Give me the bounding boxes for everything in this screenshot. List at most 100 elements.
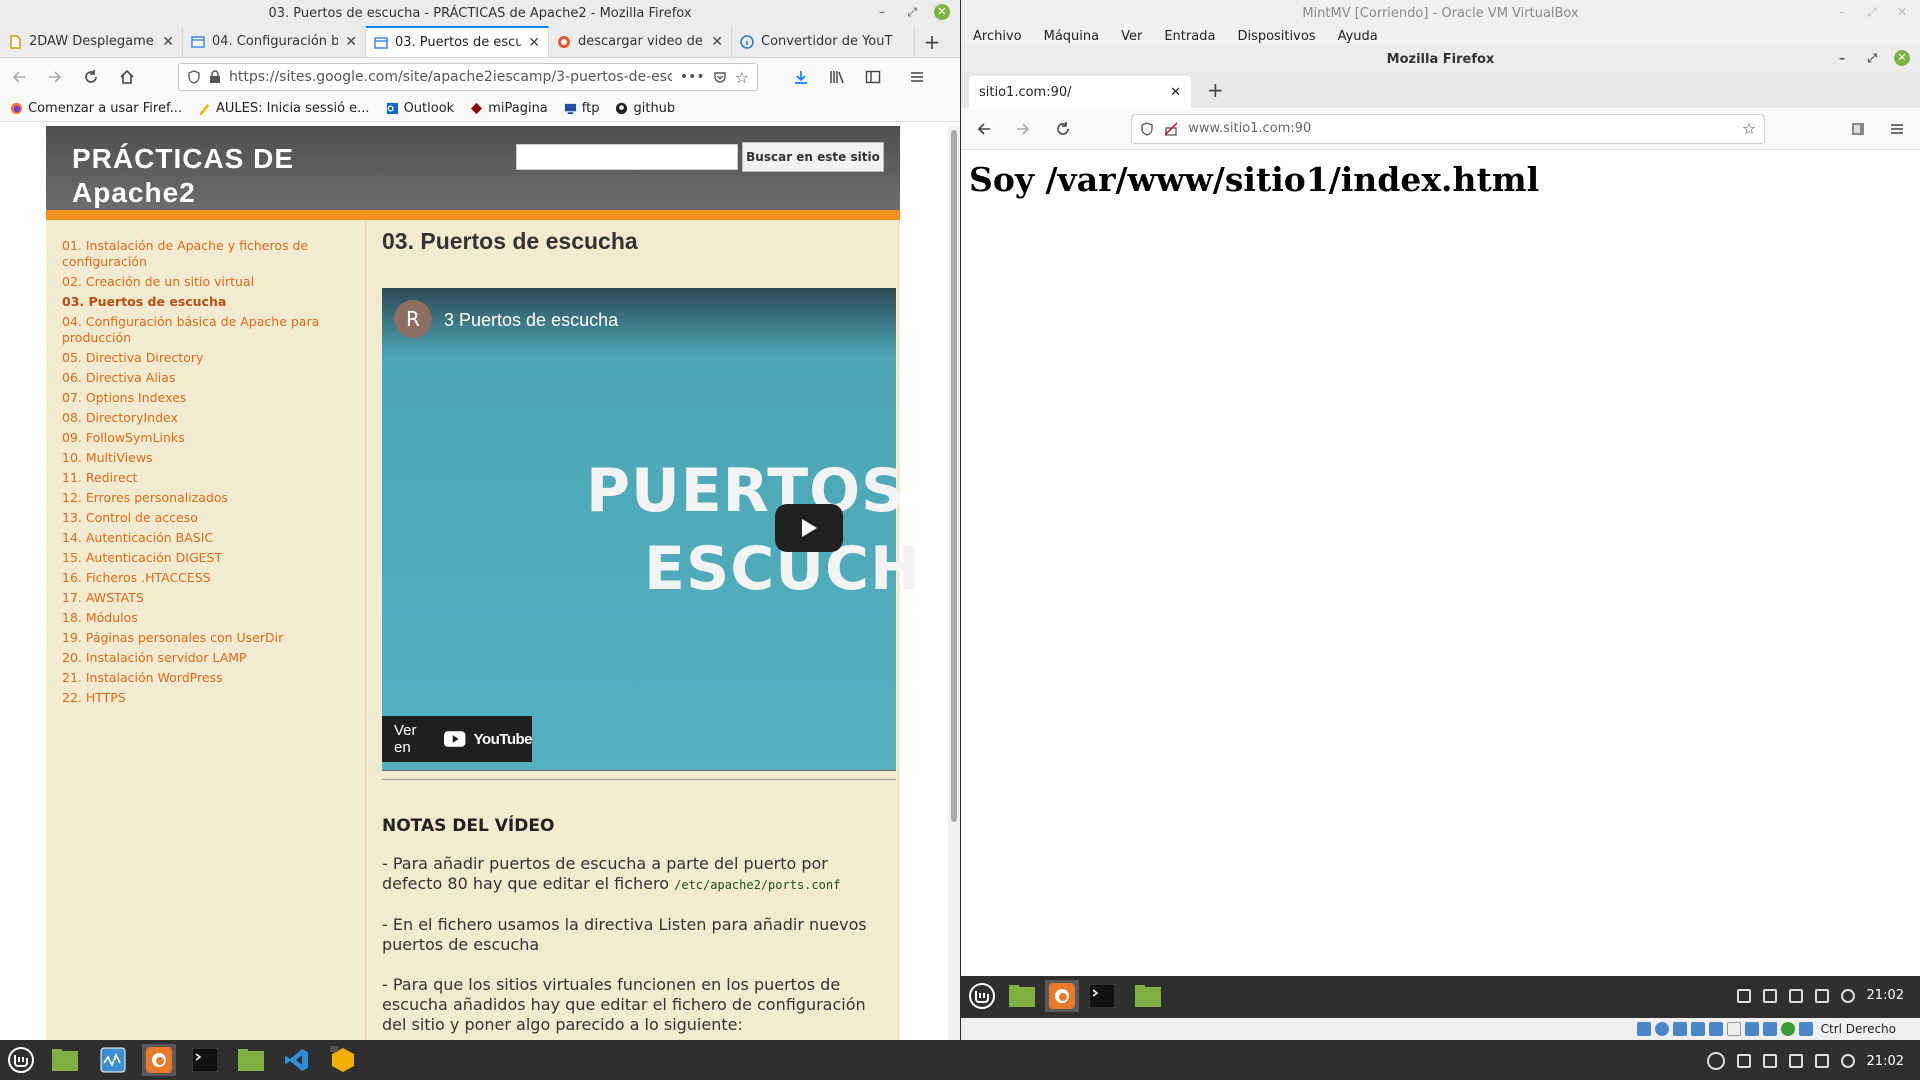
volume-icon[interactable] — [1840, 1054, 1855, 1068]
sidebar-nav-link[interactable]: 07. Options Indexes — [62, 390, 322, 406]
vm-shield-tray-icon[interactable] — [1762, 988, 1777, 1003]
bookmark-comenzar[interactable]: Comenzar a usar Firef... — [10, 101, 182, 116]
vm-back-icon[interactable] — [971, 116, 996, 142]
back-icon[interactable] — [6, 64, 32, 90]
sidebar-nav-link[interactable]: 02. Creación de un sitio virtual — [62, 274, 322, 290]
sidebar-nav-link[interactable]: 01. Instalación de Apache y ficheros de … — [62, 238, 322, 270]
tab-2daw[interactable]: 2DAW Desplegamen ✕ — [0, 26, 183, 57]
tab-convertidor[interactable]: Convertidor de YouT — [732, 26, 915, 57]
channel-avatar[interactable]: R — [394, 300, 432, 338]
menu-maquina[interactable]: Máquina — [1044, 29, 1100, 44]
shield-icon[interactable] — [187, 70, 201, 84]
vm-clock[interactable]: 21:02 — [1867, 988, 1904, 1003]
vm-files-icon[interactable] — [1131, 980, 1165, 1012]
vm-clipboard-icon[interactable] — [1736, 988, 1751, 1003]
download-icon[interactable] — [788, 64, 814, 90]
tab-puertos-escucha[interactable]: 03. Puertos de escuc ✕ — [366, 26, 549, 57]
sidebar-nav-link[interactable]: 19. Páginas personales con UserDir — [62, 630, 322, 646]
forward-icon[interactable] — [42, 64, 68, 90]
vb-recording-icon[interactable] — [1762, 1022, 1777, 1036]
vb-close-button[interactable]: ✕ — [1894, 4, 1910, 20]
files-icon[interactable] — [234, 1044, 268, 1076]
menu-ver[interactable]: Ver — [1121, 29, 1142, 44]
vb-hdd-icon[interactable] — [1636, 1022, 1651, 1036]
pocket-icon[interactable] — [713, 70, 727, 84]
vm-url-text[interactable]: www.sitio1.com:90 — [1188, 121, 1732, 136]
menu-dispositivos[interactable]: Dispositivos — [1237, 29, 1315, 44]
vb-audio-icon[interactable] — [1672, 1022, 1687, 1036]
scrollbar-thumb[interactable] — [951, 130, 957, 822]
site-search-button[interactable]: Buscar en este sitio — [742, 142, 884, 172]
hamburger-menu-icon[interactable] — [904, 64, 930, 90]
vb-mouse-icon[interactable] — [1798, 1022, 1813, 1036]
vb-network-icon[interactable] — [1690, 1022, 1705, 1036]
vm-insecure-lock-icon[interactable] — [1164, 122, 1178, 136]
sidebar-nav-link[interactable]: 08. DirectoryIndex — [62, 410, 322, 426]
menu-entrada[interactable]: Entrada — [1164, 29, 1215, 44]
bookmark-github[interactable]: github — [615, 101, 675, 116]
vm-maximize-button[interactable]: ⤢ — [1864, 50, 1880, 66]
vm-tab-sitio1[interactable]: sitio1.com:90/ ✕ — [969, 76, 1191, 108]
lock-icon[interactable] — [209, 70, 221, 84]
vb-cpu-icon[interactable] — [1780, 1022, 1795, 1036]
library-icon[interactable] — [824, 64, 850, 90]
vm-volume-icon[interactable] — [1840, 988, 1855, 1003]
vm-hamburger-menu-icon[interactable] — [1885, 116, 1910, 142]
video-title[interactable]: 3 Puertos de escucha — [444, 310, 618, 331]
maximize-button[interactable]: ⤢ — [904, 4, 920, 20]
vm-url-bar[interactable]: www.sitio1.com:90 ☆ — [1131, 113, 1766, 144]
menu-archivo[interactable]: Archivo — [973, 29, 1022, 44]
sidebar-nav-link[interactable]: 13. Control de acceso — [62, 510, 322, 526]
sidebar-nav-link[interactable]: 06. Directiva Alias — [62, 370, 322, 386]
vm-terminal-icon[interactable] — [1085, 980, 1119, 1012]
vb-usb-icon[interactable] — [1708, 1022, 1723, 1036]
sidebar-nav-link[interactable]: 14. Autenticación BASIC — [62, 530, 322, 546]
bookmark-ftp[interactable]: ftp — [564, 101, 599, 116]
sidebar-nav-link[interactable]: 15. Autenticación DIGEST — [62, 550, 322, 566]
sidebar-nav-link[interactable]: 12. Errores personalizados — [62, 490, 322, 506]
site-search-input[interactable] — [516, 144, 738, 170]
vm-screen[interactable]: Mozilla Firefox – ⤢ ✕ sitio1.com:90/ ✕ +… — [961, 46, 1920, 1010]
watch-on-youtube-button[interactable]: Ver en YouTube — [382, 716, 533, 762]
terminal-icon[interactable] — [188, 1044, 222, 1076]
vm-show-desktop-icon[interactable] — [1005, 980, 1039, 1012]
host-clock[interactable]: 21:02 — [1867, 1054, 1904, 1069]
shield-tray-icon[interactable] — [1762, 1054, 1777, 1068]
close-tab-icon[interactable]: ✕ — [711, 34, 723, 50]
sidebar-nav-link[interactable]: 09. FollowSymLinks — [62, 430, 322, 446]
vm-new-tab-button[interactable]: + — [1207, 78, 1224, 102]
url-bar[interactable]: https://sites.google.com/site/apache2ies… — [178, 63, 758, 91]
close-tab-icon[interactable]: ✕ — [345, 34, 357, 50]
sidebar-nav-link[interactable]: 04. Configuración básica de Apache para … — [62, 314, 322, 346]
home-icon[interactable] — [114, 64, 140, 90]
vscode-icon[interactable] — [280, 1044, 314, 1076]
vb-display-icon[interactable] — [1744, 1022, 1759, 1036]
vm-minimize-button[interactable]: – — [1834, 50, 1850, 66]
vm-bookmark-star-icon[interactable]: ☆ — [1742, 119, 1756, 138]
show-desktop-icon[interactable] — [48, 1044, 82, 1076]
firefox-taskbar-icon[interactable] — [142, 1044, 176, 1076]
tab-config-basica[interactable]: 04. Configuración bá ✕ — [183, 26, 366, 57]
sidebar-nav-link[interactable]: 21. Instalación WordPress — [62, 670, 322, 686]
vm-forward-icon[interactable] — [1010, 116, 1035, 142]
reload-icon[interactable] — [78, 64, 104, 90]
vb-shared-folders-icon[interactable] — [1726, 1022, 1741, 1036]
update-icon[interactable] — [1788, 1054, 1803, 1068]
bookmark-mipagina[interactable]: miPagina — [470, 101, 548, 116]
close-tab-icon[interactable]: ✕ — [528, 35, 540, 51]
close-tab-icon[interactable]: ✕ — [162, 34, 174, 50]
vm-update-icon[interactable] — [1788, 988, 1803, 1003]
play-button[interactable] — [775, 504, 843, 552]
sidebar-nav-link[interactable]: 11. Redirect — [62, 470, 322, 486]
sidebar-nav-link[interactable]: 16. Ficheros .HTACCESS — [62, 570, 322, 586]
sidebar-nav-link[interactable]: 03. Puertos de escucha — [62, 294, 322, 310]
site-title[interactable]: PRÁCTICAS DE Apache2 — [72, 142, 412, 210]
clipboard-icon[interactable] — [1736, 1054, 1751, 1068]
page-actions-icon[interactable]: ••• — [680, 69, 705, 85]
tab-descargar-video[interactable]: descargar video de y ✕ — [549, 26, 732, 57]
sidebar-nav-link[interactable]: 05. Directiva Directory — [62, 350, 322, 366]
vm-mint-menu-icon[interactable] — [965, 980, 999, 1012]
page-scrollbar[interactable] — [948, 126, 960, 1040]
vb-optical-icon[interactable] — [1654, 1022, 1669, 1036]
system-monitor-icon[interactable] — [96, 1044, 130, 1076]
